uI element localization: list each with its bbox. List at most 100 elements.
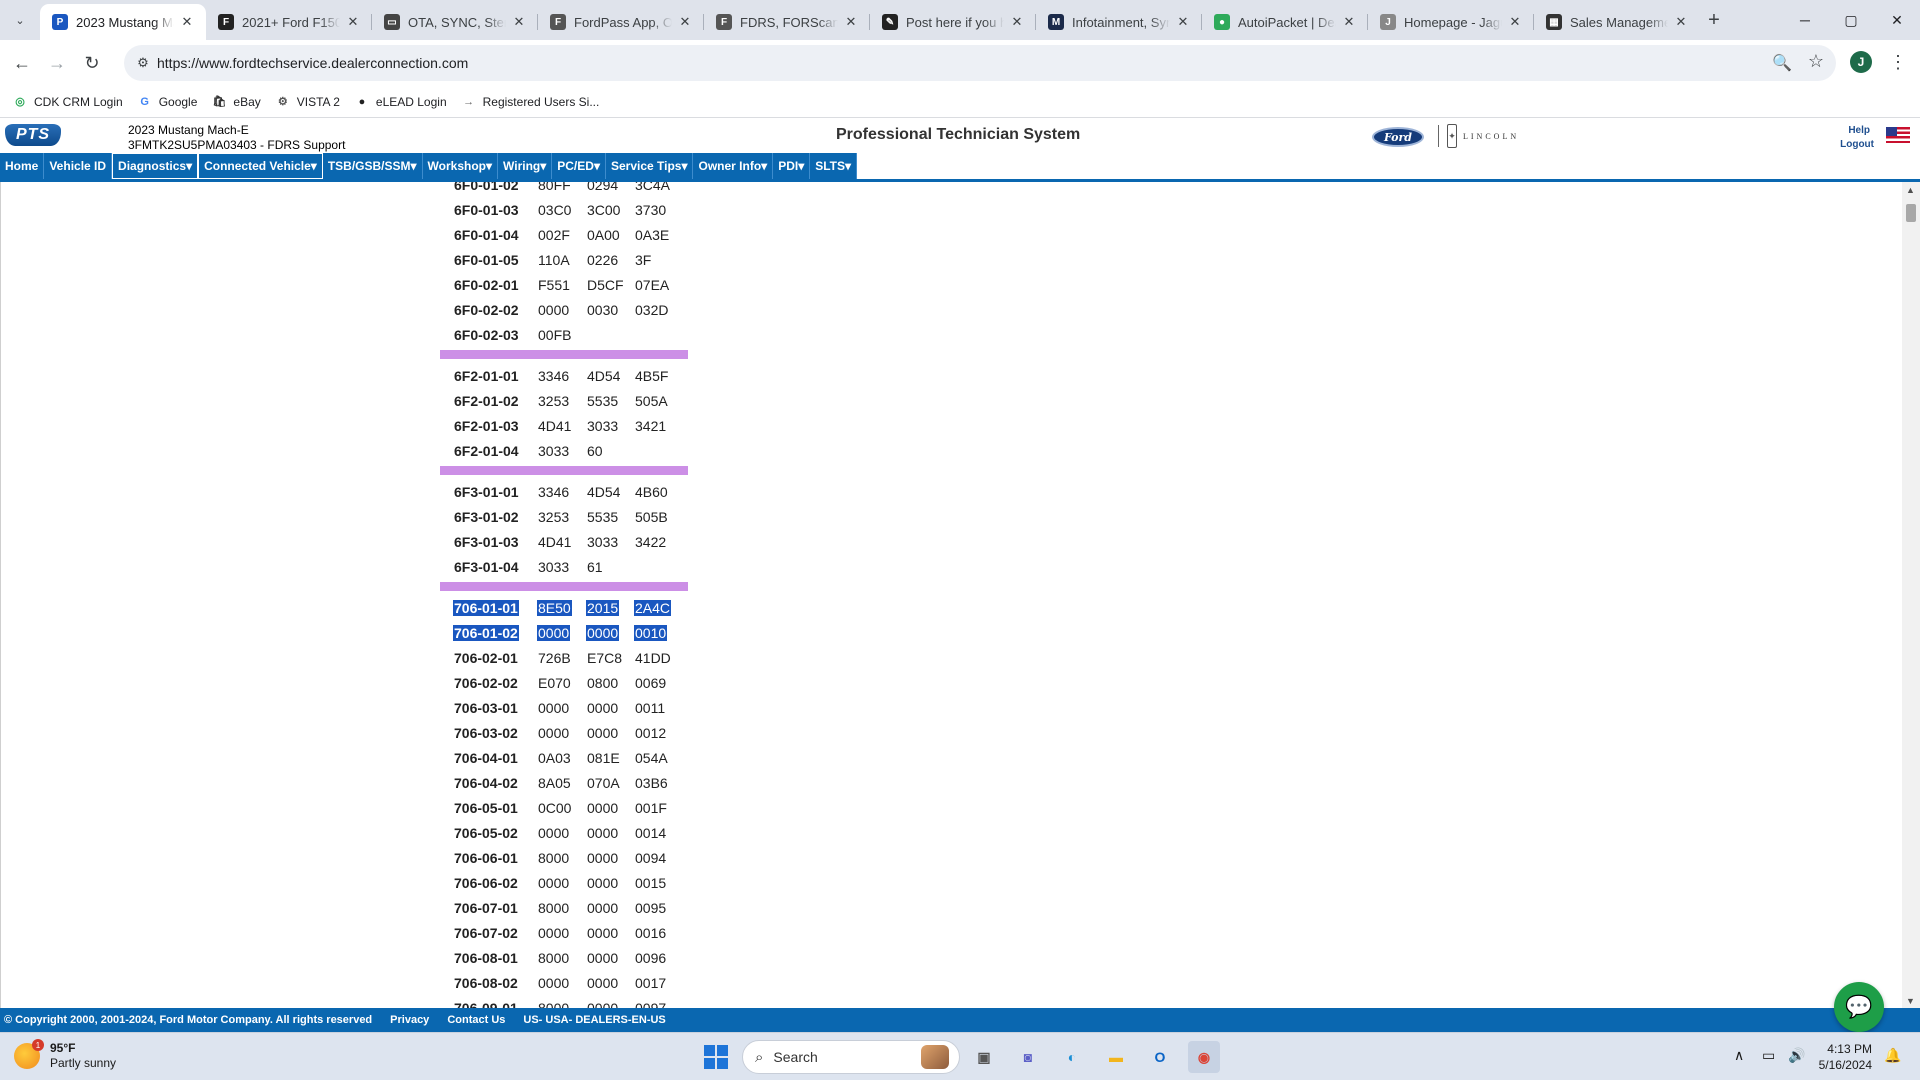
bookmark-item[interactable]: → Registered Users Si... bbox=[459, 90, 608, 114]
windows-start-icon[interactable] bbox=[704, 1045, 728, 1069]
address-bar[interactable]: ⚙ https://www.fordtechservice.dealerconn… bbox=[124, 45, 1836, 81]
notification-bell-icon[interactable]: 🔔 bbox=[1884, 1047, 1901, 1064]
pts-logo[interactable]: PTS bbox=[5, 124, 61, 146]
tab-close-icon[interactable]: ✕ bbox=[1506, 13, 1524, 31]
hex-value: 0A00 bbox=[587, 227, 620, 243]
nav-item[interactable]: Connected Vehicle▾ bbox=[198, 153, 323, 179]
browser-tab[interactable]: P 2023 Mustang Mach-E✕ bbox=[40, 4, 206, 40]
browser-tab[interactable]: F 2021+ Ford F150 ✕ bbox=[206, 4, 372, 40]
site-info-icon[interactable]: ⚙ bbox=[134, 54, 152, 72]
tab-title: 2021+ Ford F150 bbox=[242, 14, 340, 30]
browser-tab[interactable]: ✎ Post here if you h ✕ bbox=[870, 4, 1036, 40]
url-text[interactable]: https://www.fordtechservice.dealerconnec… bbox=[157, 55, 468, 71]
nav-item[interactable]: Wiring▾ bbox=[498, 153, 553, 179]
file-explorer-icon[interactable]: ▬ bbox=[1100, 1041, 1132, 1073]
nav-item[interactable]: Owner Info▾ bbox=[693, 153, 774, 179]
us-flag-icon[interactable] bbox=[1886, 127, 1910, 143]
browser-tab[interactable]: ▭ OTA, SYNC, Stereo✕ bbox=[372, 4, 538, 40]
hex-value: 0000 bbox=[587, 825, 619, 841]
hex-value: 4D54 bbox=[587, 368, 621, 384]
logout-link[interactable]: Logout bbox=[1840, 139, 1874, 150]
hex-value: 032D bbox=[635, 302, 669, 318]
weather-widget[interactable]: 1 95°F Partly sunny bbox=[14, 1039, 116, 1071]
group-separator bbox=[440, 350, 688, 359]
volume-icon[interactable]: 🔊 bbox=[1788, 1047, 1805, 1064]
tab-close-icon[interactable]: ✕ bbox=[842, 13, 860, 31]
vertical-scrollbar[interactable]: ▲ ▼ bbox=[1902, 182, 1920, 1008]
nav-item[interactable]: Workshop▾ bbox=[423, 153, 499, 179]
chrome-menu-icon[interactable]: ⋮ bbox=[1886, 50, 1910, 74]
nav-item[interactable]: Home bbox=[0, 153, 45, 179]
tray-overflow-icon[interactable]: ∧ bbox=[1734, 1047, 1744, 1064]
system-clock[interactable]: 4:13 PM 5/16/2024 bbox=[1810, 1041, 1872, 1073]
row-id: 706-01-01 bbox=[453, 600, 519, 616]
browser-tab[interactable]: J Homepage - Jagu ✕ bbox=[1368, 4, 1534, 40]
hex-value: 3F bbox=[635, 252, 652, 268]
back-arrow-icon[interactable]: ← bbox=[8, 49, 36, 77]
maximize-button[interactable]: ▢ bbox=[1828, 0, 1874, 40]
help-link[interactable]: Help bbox=[1848, 125, 1870, 136]
tab-close-icon[interactable]: ✕ bbox=[1174, 13, 1192, 31]
bookmark-item[interactable]: ⚙ VISTA 2 bbox=[273, 90, 348, 114]
tab-close-icon[interactable]: ✕ bbox=[676, 13, 694, 31]
scroll-up-icon[interactable]: ▲ bbox=[1906, 185, 1915, 195]
minimize-button[interactable]: ─ bbox=[1782, 0, 1828, 40]
taskbar-search[interactable]: ⌕ Search bbox=[742, 1040, 960, 1074]
bookmark-favicon-icon: 🛍 bbox=[212, 96, 227, 108]
contact-link[interactable]: Contact Us bbox=[447, 1014, 505, 1026]
bookmark-star-icon[interactable]: ☆ bbox=[1808, 51, 1824, 72]
browser-tab[interactable]: F FordPass App, OTA✕ bbox=[538, 4, 704, 40]
bookmark-item[interactable]: ● eLEAD Login bbox=[352, 90, 455, 114]
teams-icon[interactable]: ◙ bbox=[1012, 1041, 1044, 1073]
hex-value: 0000 bbox=[587, 950, 619, 966]
bookmarks-bar: ◎ CDK CRM Login G Google 🛍 eBay ⚙ VISTA 2 ● eLEAD… bbox=[0, 86, 1920, 118]
outlook-icon[interactable]: O bbox=[1144, 1041, 1176, 1073]
browser-tab[interactable]: ● AutoiPacket | Deal ✕ bbox=[1202, 4, 1368, 40]
hex-value: 0000 bbox=[538, 975, 570, 991]
browser-tab[interactable]: F FDRS, FORScan, P✕ bbox=[704, 4, 870, 40]
tab-close-icon[interactable]: ✕ bbox=[1008, 13, 1026, 31]
bookmark-item[interactable]: G Google bbox=[135, 90, 206, 114]
tab-close-icon[interactable]: ✕ bbox=[1340, 13, 1358, 31]
nav-item[interactable]: PC/ED▾ bbox=[552, 153, 606, 179]
new-tab-button[interactable]: + bbox=[1702, 8, 1726, 32]
tab-close-icon[interactable]: ✕ bbox=[1672, 13, 1690, 31]
profile-avatar[interactable]: J bbox=[1850, 51, 1872, 73]
copyright-text: © Copyright 2000, 2001-2024, Ford Motor … bbox=[4, 1014, 373, 1026]
table-row: 6F3-01-04 3033 61 bbox=[453, 555, 689, 580]
nav-item[interactable]: PDI▾ bbox=[773, 153, 811, 179]
tab-close-icon[interactable]: ✕ bbox=[510, 13, 528, 31]
scroll-down-icon[interactable]: ▼ bbox=[1906, 996, 1915, 1006]
close-window-button[interactable]: ✕ bbox=[1874, 0, 1920, 40]
hex-value: E7C8 bbox=[587, 650, 623, 666]
zoom-icon[interactable]: 🔍 bbox=[1772, 53, 1792, 73]
table-row: 6F0-01-02 80FF 0294 3C4A bbox=[453, 182, 689, 198]
tab-search-chevron-icon[interactable]: ⌄ bbox=[8, 8, 32, 32]
hex-value: 0000 bbox=[538, 925, 570, 941]
row-id: 6F3-01-04 bbox=[454, 559, 519, 575]
tab-close-icon[interactable]: ✕ bbox=[178, 13, 196, 31]
search-highlight-image[interactable] bbox=[921, 1045, 949, 1069]
scrollbar-thumb[interactable] bbox=[1906, 204, 1916, 222]
bookmark-item[interactable]: ◎ CDK CRM Login bbox=[10, 90, 131, 114]
nav-item[interactable]: SLTS▾ bbox=[810, 153, 858, 179]
nav-item[interactable]: Vehicle ID bbox=[44, 153, 113, 179]
edge-icon[interactable]: ◐ bbox=[1056, 1041, 1088, 1073]
chrome-icon[interactable]: ◉ bbox=[1188, 1041, 1220, 1073]
browser-tab[interactable]: ▦ Sales Management✕ bbox=[1534, 4, 1700, 40]
row-id: 6F0-02-03 bbox=[454, 327, 519, 343]
nav-item[interactable]: TSB/GSB/SSM▾ bbox=[323, 153, 423, 179]
nav-item[interactable]: Diagnostics▾ bbox=[112, 153, 199, 179]
privacy-link[interactable]: Privacy bbox=[390, 1014, 429, 1026]
hex-value: 60 bbox=[587, 443, 603, 459]
tab-close-icon[interactable]: ✕ bbox=[344, 13, 362, 31]
bookmark-item[interactable]: 🛍 eBay bbox=[209, 90, 268, 114]
reload-icon[interactable]: ↻ bbox=[78, 49, 106, 77]
hex-value: 0226 bbox=[587, 252, 619, 268]
nav-item[interactable]: Service Tips▾ bbox=[606, 153, 694, 179]
task-view-icon[interactable]: ▣ bbox=[968, 1041, 1000, 1073]
forward-arrow-icon[interactable]: → bbox=[43, 49, 71, 77]
chat-bubble-icon[interactable]: 💬 bbox=[1834, 982, 1884, 1032]
browser-tab[interactable]: M Infotainment, Sync ✕ bbox=[1036, 4, 1202, 40]
network-icon[interactable]: ▭ bbox=[1762, 1047, 1775, 1064]
